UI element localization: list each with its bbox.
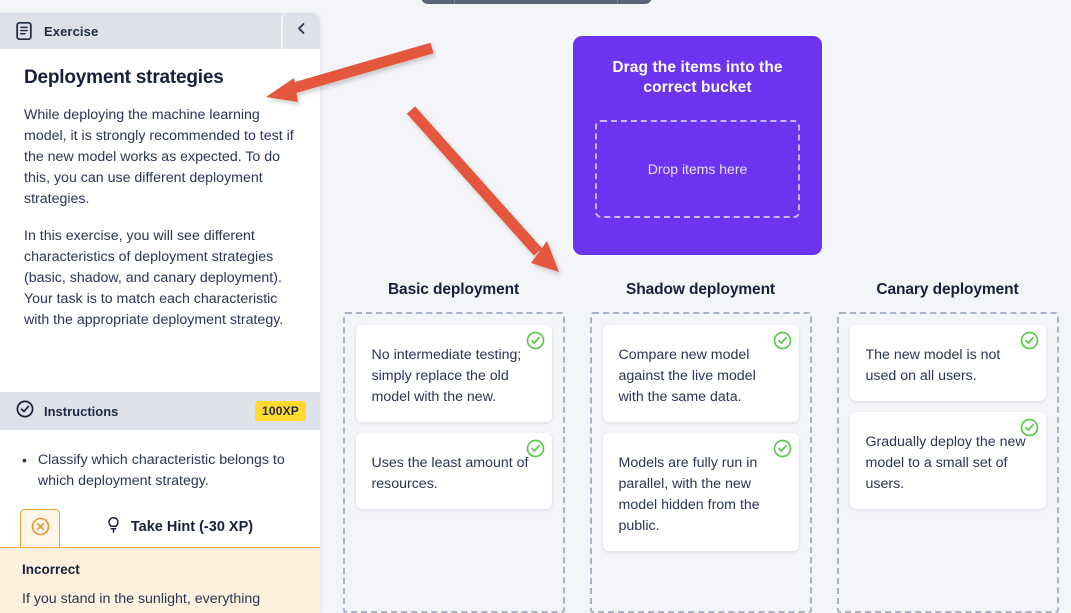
- close-hint-button[interactable]: [20, 509, 60, 547]
- instructions-list: • Classify which characteristic belongs …: [0, 438, 320, 492]
- drop-zone[interactable]: Drop items here: [595, 120, 800, 218]
- item-text: Gradually deploy the new model to a smal…: [865, 434, 1026, 492]
- bullet-icon: •: [22, 452, 27, 468]
- item-text: Models are fully run in parallel, with t…: [618, 455, 760, 534]
- xp-badge: 100XP: [254, 401, 306, 421]
- take-hint-label: Take Hint (-30 XP): [130, 519, 254, 535]
- instructions-label: Instructions: [44, 403, 119, 419]
- list-item: • Classify which characteristic belongs …: [22, 450, 296, 492]
- list-item[interactable]: No intermediate testing; simply replace …: [355, 325, 552, 422]
- column-canary-deployment: Canary deployment The new model is not u…: [824, 281, 1071, 613]
- bucket-shadow-deployment[interactable]: Compare new model against the live model…: [589, 312, 812, 613]
- instructions-bar: Instructions 100XP: [0, 392, 320, 430]
- exercise-header: Exercise: [0, 13, 320, 49]
- column-shadow-deployment: Shadow deployment Compare new model agai…: [577, 281, 824, 613]
- check-circle-icon: [16, 400, 34, 423]
- bucket-basic-deployment[interactable]: No intermediate testing; simply replace …: [342, 312, 565, 613]
- x-circle-icon: [31, 517, 50, 541]
- drag-card-title: Drag the items into the correct bucket: [612, 59, 783, 96]
- toolbar-segment-3[interactable]: [618, 0, 652, 4]
- drop-zone-label: Drop items here: [647, 161, 748, 177]
- exercise-header-left: Exercise: [0, 13, 281, 49]
- hint-row: Take Hint (-30 XP): [0, 507, 320, 548]
- column-title: Canary deployment: [876, 281, 1019, 298]
- item-text: Compare new model against the live model…: [618, 347, 756, 405]
- check-circle-green-icon: [1020, 418, 1039, 437]
- exercise-body: Deployment strategies While deploying th…: [0, 49, 320, 331]
- column-basic-deployment: Basic deployment No intermediate testing…: [330, 281, 577, 613]
- list-item[interactable]: Compare new model against the live model…: [602, 325, 799, 422]
- column-title: Shadow deployment: [625, 281, 775, 298]
- list-item[interactable]: Models are fully run in parallel, with t…: [602, 433, 799, 551]
- app-root: Exercise Deployment strategies While dep…: [0, 0, 1071, 613]
- item-text: No intermediate testing; simply replace …: [371, 347, 522, 405]
- toolbar-segment-2[interactable]: [455, 0, 618, 4]
- page-title: Deployment strategies: [24, 67, 224, 88]
- exercise-header-title: Exercise: [44, 23, 99, 39]
- check-circle-green-icon: [526, 331, 545, 350]
- check-circle-green-icon: [773, 439, 792, 458]
- floating-toolbar[interactable]: [421, 0, 652, 4]
- check-circle-green-icon: [773, 331, 792, 350]
- instruction-text: Classify which characteristic belongs to…: [37, 452, 285, 489]
- list-item[interactable]: Uses the least amount of resources.: [355, 433, 552, 509]
- toolbar-segment-1[interactable]: [421, 0, 455, 4]
- take-hint-button[interactable]: Take Hint (-30 XP): [60, 507, 320, 547]
- arrow-to-basic-deployment: [406, 106, 559, 272]
- exercise-panel: Exercise Deployment strategies While dep…: [0, 13, 320, 613]
- document-icon: [14, 21, 34, 41]
- list-item[interactable]: The new model is not used on all users.: [849, 325, 1046, 401]
- lightbulb-icon: [105, 516, 122, 539]
- check-circle-green-icon: [526, 439, 545, 458]
- column-title: Basic deployment: [387, 281, 520, 298]
- list-item[interactable]: Gradually deploy the new model to a smal…: [849, 412, 1046, 509]
- exercise-paragraph-1: While deploying the machine learning mod…: [24, 107, 294, 207]
- check-circle-green-icon: [1020, 331, 1039, 350]
- chevron-left-icon: [295, 22, 308, 40]
- collapse-panel-button[interactable]: [281, 13, 320, 49]
- bucket-columns: Basic deployment No intermediate testing…: [330, 281, 1071, 613]
- feedback-title: Incorrect: [22, 562, 80, 577]
- drag-instruction-card: Drag the items into the correct bucket D…: [573, 36, 822, 255]
- feedback-panel: Incorrect If you stand in the sunlight, …: [0, 548, 320, 613]
- item-text: The new model is not used on all users.: [865, 347, 1001, 384]
- feedback-text: If you stand in the sunlight, everything…: [22, 591, 289, 613]
- bucket-canary-deployment[interactable]: The new model is not used on all users. …: [836, 312, 1059, 613]
- exercise-paragraph-2: In this exercise, you will see different…: [24, 228, 284, 328]
- item-text: Uses the least amount of resources.: [371, 455, 529, 492]
- instructions-bar-left: Instructions: [16, 400, 255, 423]
